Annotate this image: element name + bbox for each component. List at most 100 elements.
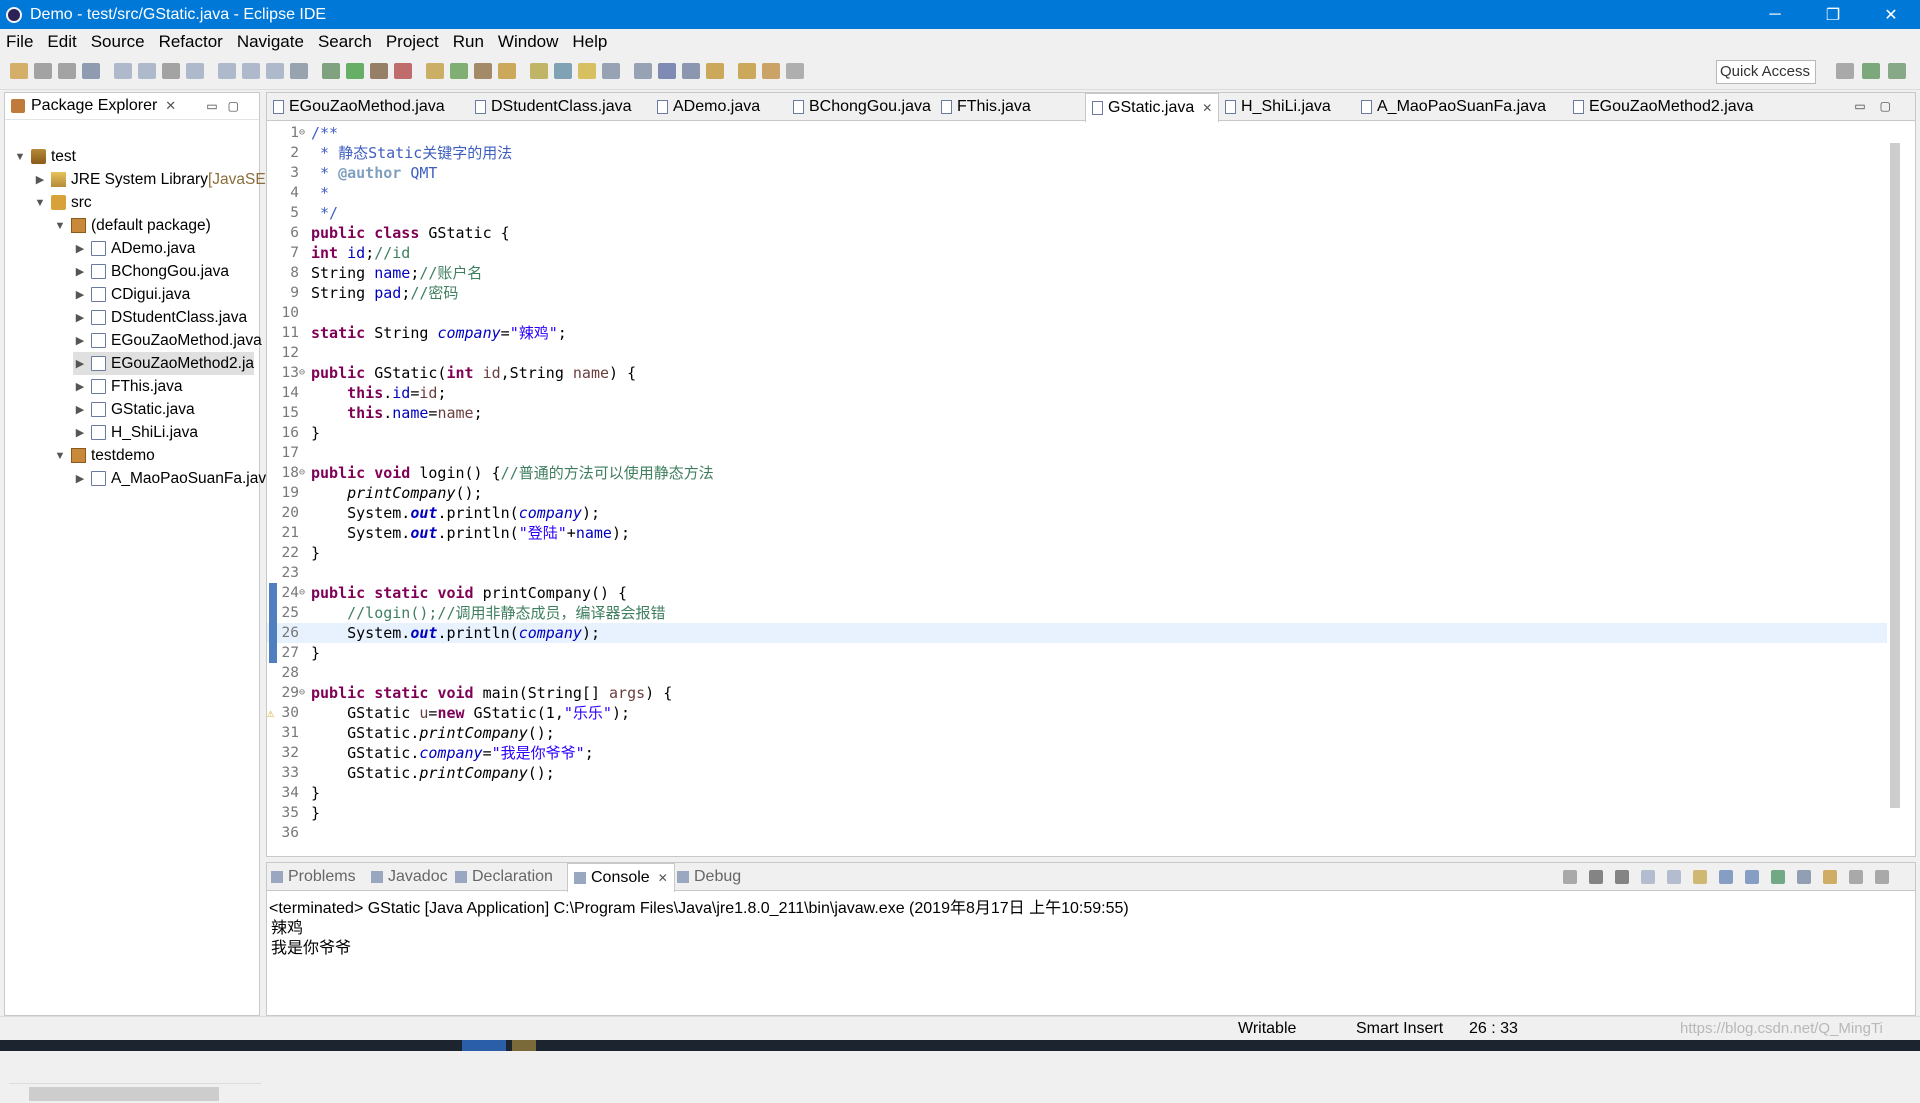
toolbar-button-icon[interactable] [114, 63, 132, 79]
scrollbar-thumb[interactable] [29, 1087, 219, 1101]
chevron-down-icon[interactable]: ▼ [33, 197, 47, 209]
editor-tab[interactable]: EGouZaoMethod2.java [1573, 93, 1754, 121]
console-toolbar-icon[interactable] [1823, 870, 1837, 884]
toolbar-button-icon[interactable] [786, 63, 804, 79]
menu-source[interactable]: Source [91, 32, 145, 52]
chevron-right-icon[interactable]: ▶ [73, 265, 87, 278]
warning-icon[interactable]: ⚠ [267, 703, 274, 723]
perspective-icon[interactable] [1836, 63, 1854, 79]
editor-tab[interactable]: H_ShiLi.java [1225, 93, 1331, 121]
fold-toggle-icon[interactable]: ⊖ [299, 363, 309, 383]
editor-tab[interactable]: GStatic.java ✕ [1085, 93, 1220, 122]
restore-button[interactable]: ❐ [1804, 0, 1862, 29]
menu-navigate[interactable]: Navigate [237, 32, 304, 52]
code-line[interactable]: 11 static String company="辣鸡"; [267, 323, 1887, 343]
minimize-maximize-icons[interactable]: ▭▢ [206, 99, 249, 113]
chevron-right-icon[interactable]: ▶ [73, 311, 87, 324]
tree-item[interactable]: ▼ test [13, 145, 76, 168]
tree-item[interactable]: ▼ src [33, 191, 92, 214]
console-toolbar-icon[interactable] [1771, 870, 1785, 884]
toolbar-button-icon[interactable] [450, 63, 468, 79]
toolbar-button-icon[interactable] [186, 63, 204, 79]
bottom-tab[interactable]: Console ✕ [567, 863, 675, 892]
editor-vertical-scrollbar[interactable] [1887, 123, 1903, 823]
chevron-right-icon[interactable]: ▶ [73, 357, 87, 370]
code-line[interactable]: 33 GStatic.printCompany(); [267, 763, 1887, 783]
console-toolbar-icon[interactable] [1641, 870, 1655, 884]
close-button[interactable]: ✕ [1862, 0, 1920, 29]
toolbar-button-icon[interactable] [530, 63, 548, 79]
editor-horizontal-scrollbar[interactable] [307, 835, 1887, 851]
fold-toggle-icon[interactable]: ⊖ [299, 583, 309, 603]
menu-file[interactable]: File [6, 32, 33, 52]
menu-search[interactable]: Search [318, 32, 372, 52]
close-tab-icon[interactable]: ✕ [1202, 101, 1212, 115]
editor-tab[interactable]: A_MaoPaoSuanFa.java [1361, 93, 1546, 121]
toolbar-button-icon[interactable] [554, 63, 572, 79]
code-line[interactable]: 13 ⊖ public GStatic(int id,String name) { [267, 363, 1887, 383]
toolbar-button-icon[interactable] [426, 63, 444, 79]
bottom-tab[interactable]: Declaration [455, 863, 553, 891]
tree-item[interactable]: ▶ JRE System Library [JavaSE [33, 168, 266, 191]
toolbar-button-icon[interactable] [602, 63, 620, 79]
toolbar-button-icon[interactable] [682, 63, 700, 79]
perspective-icon[interactable] [1862, 63, 1880, 79]
code-line[interactable]: 32 GStatic.company="我是你爷爷"; [267, 743, 1887, 763]
chevron-right-icon[interactable]: ▶ [73, 288, 87, 301]
code-line[interactable]: 34} [267, 783, 1887, 803]
code-line[interactable]: 28 [267, 663, 1887, 683]
code-line[interactable]: 6 public class GStatic { [267, 223, 1887, 243]
quick-access-field[interactable]: Quick Access [1716, 60, 1816, 84]
chevron-right-icon[interactable]: ▶ [73, 403, 87, 416]
code-line[interactable]: 21 System.out.println("登陆"+name); [267, 523, 1887, 543]
editor-tab[interactable]: BChongGou.java [793, 93, 931, 121]
toolbar-button-icon[interactable] [634, 63, 652, 79]
code-line[interactable]: 12 [267, 343, 1887, 363]
tree-item[interactable]: ▶ EGouZaoMethod2.ja [73, 352, 255, 375]
code-line[interactable]: 18 ⊖ public void login() {//普通的方法可以使用静态方法 [267, 463, 1887, 483]
horizontal-scrollbar[interactable] [9, 1083, 261, 1103]
tree-item[interactable]: ▶ BChongGou.java [73, 260, 229, 283]
menu-project[interactable]: Project [386, 32, 439, 52]
editor-minimize-maximize-icons[interactable]: ▭▢ [1854, 99, 1905, 113]
toolbar-button-icon[interactable] [474, 63, 492, 79]
console-toolbar-icon[interactable] [1875, 870, 1889, 884]
tree-item[interactable]: ▶ CDigui.java [73, 283, 191, 306]
toolbar-button-icon[interactable] [34, 63, 52, 79]
tree-item[interactable]: ▼ testdemo [53, 444, 155, 467]
toolbar-button-icon[interactable] [266, 63, 284, 79]
toolbar-button-icon[interactable] [370, 63, 388, 79]
chevron-down-icon[interactable]: ▼ [53, 450, 67, 462]
code-line[interactable]: 25 //login();//调用非静态成员，编译器会报错 [267, 603, 1887, 623]
chevron-right-icon[interactable]: ▶ [73, 426, 87, 439]
code-line[interactable]: 16} [267, 423, 1887, 443]
toolbar-button-icon[interactable] [290, 63, 308, 79]
code-line[interactable]: 17 [267, 443, 1887, 463]
code-line[interactable]: 10 [267, 303, 1887, 323]
fold-toggle-icon[interactable]: ⊖ [299, 683, 309, 703]
chevron-down-icon[interactable]: ▼ [53, 220, 67, 232]
toolbar-button-icon[interactable] [706, 63, 724, 79]
menu-edit[interactable]: Edit [47, 32, 76, 52]
toolbar-button-icon[interactable] [138, 63, 156, 79]
toolbar-button-icon[interactable] [738, 63, 756, 79]
code-line[interactable]: 31 GStatic.printCompany(); [267, 723, 1887, 743]
toolbar-button-icon[interactable] [578, 63, 596, 79]
close-view-icon[interactable]: ✕ [165, 98, 176, 114]
code-line[interactable]: 4 * [267, 183, 1887, 203]
menu-window[interactable]: Window [498, 32, 558, 52]
code-line[interactable]: 29 ⊖ public static void main(String[] args… [267, 683, 1887, 703]
perspective-icon[interactable] [1888, 63, 1906, 79]
code-line[interactable]: 23 [267, 563, 1887, 583]
tree-item[interactable]: ▶ GStatic.java [73, 398, 195, 421]
code-line[interactable]: 3 * @author QMT [267, 163, 1887, 183]
console-toolbar-icon[interactable] [1745, 870, 1759, 884]
toolbar-button-icon[interactable] [762, 63, 780, 79]
toolbar-button-icon[interactable] [394, 63, 412, 79]
close-tab-icon[interactable]: ✕ [658, 871, 668, 885]
toolbar-button-icon[interactable] [242, 63, 260, 79]
console-toolbar-icon[interactable] [1849, 870, 1863, 884]
console-toolbar-icon[interactable] [1719, 870, 1733, 884]
editor-tab[interactable]: ADemo.java [657, 93, 760, 121]
code-line[interactable]: 8 String name;//账户名 [267, 263, 1887, 283]
